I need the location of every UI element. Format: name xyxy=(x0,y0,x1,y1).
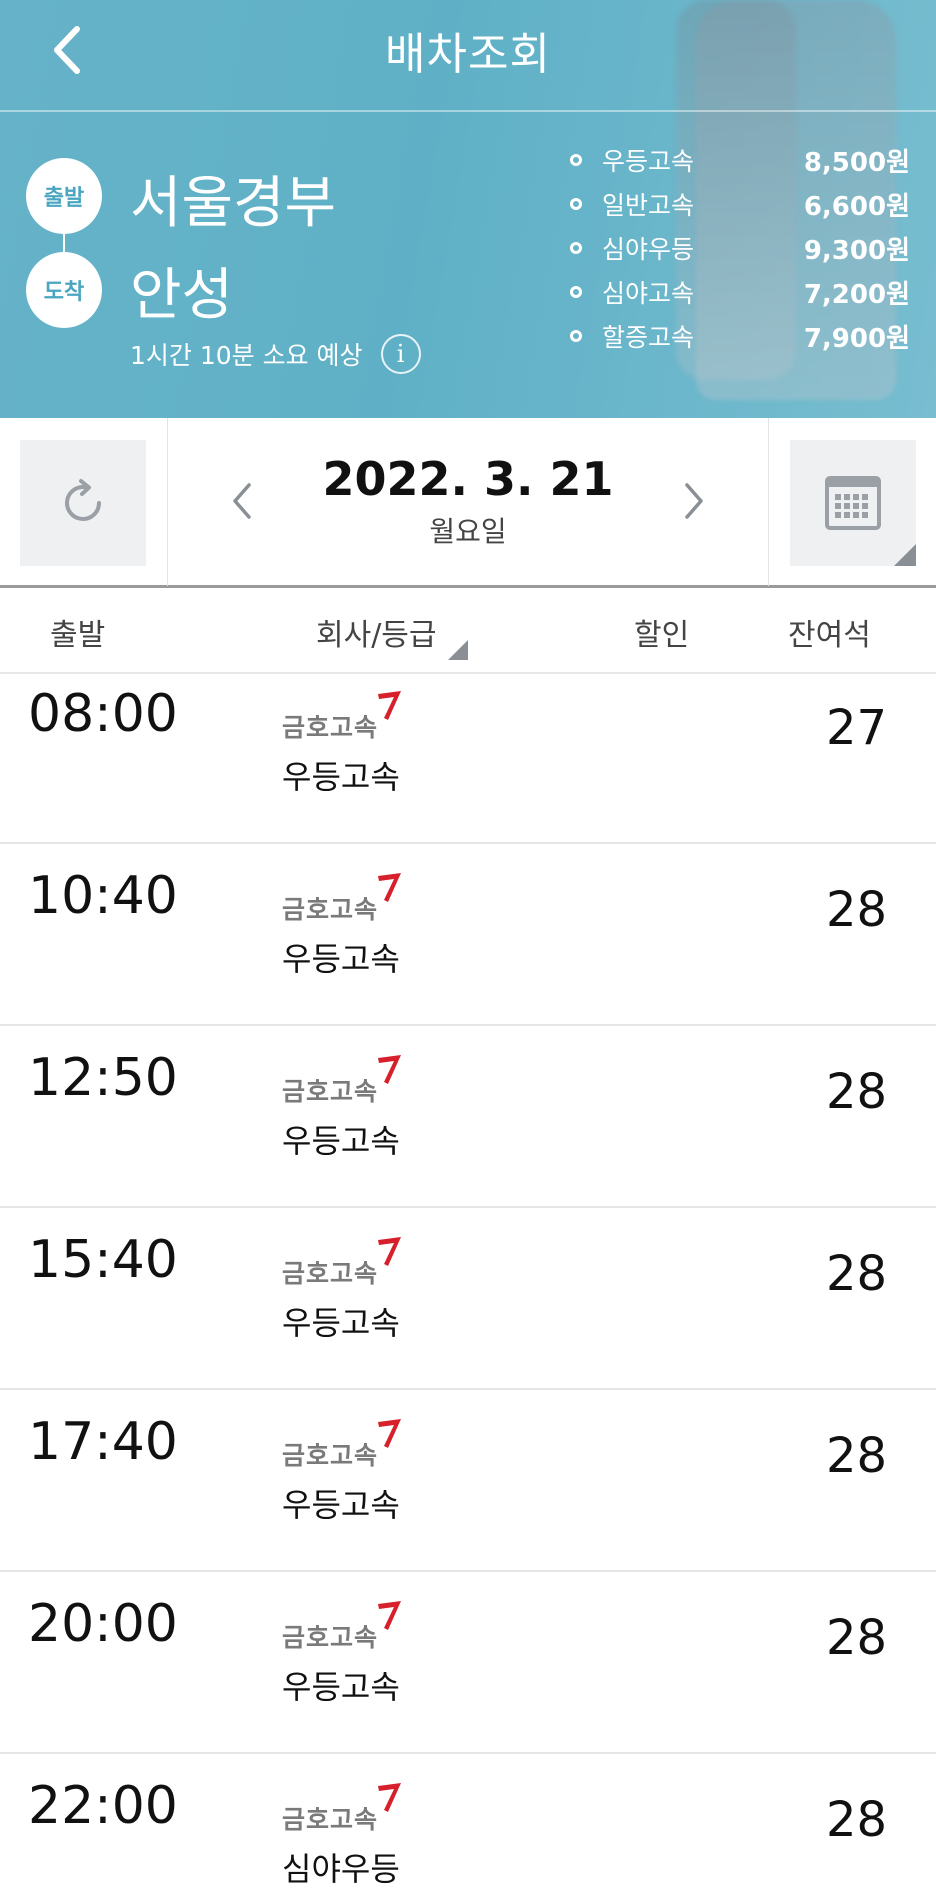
fare-list: 우등고속 8,500원 일반고속 6,600원 심야우등 9,300원 심야고속… xyxy=(570,138,910,358)
top-bar: 배차조회 xyxy=(0,0,936,112)
schedule-row[interactable]: 20:00 금호고속 우등고속 28 xyxy=(0,1572,936,1754)
fare-item: 일반고속 6,600원 xyxy=(570,182,910,226)
remaining-seats: 28 xyxy=(826,1610,888,1666)
company-logo: 금호고속 xyxy=(282,1052,404,1108)
bullet-icon xyxy=(570,154,582,166)
bus-grade: 우등고속 xyxy=(282,1668,400,1706)
duration-text: 1시간 10분 소요 예상 xyxy=(130,341,363,370)
calendar-button[interactable] xyxy=(790,440,916,566)
departure-badge: 출발 xyxy=(26,158,102,234)
fare-price: 6,600원 xyxy=(803,191,910,222)
date-selector: 2022. 3. 21 월요일 xyxy=(0,418,936,588)
company-name: 금호고속 xyxy=(282,1623,379,1652)
kumho-logo-icon xyxy=(378,1601,402,1630)
next-date-button[interactable] xyxy=(674,476,714,526)
departure-time: 08:00 xyxy=(28,684,178,744)
calendar-icon xyxy=(825,476,881,530)
company-name: 금호고속 xyxy=(282,1259,379,1288)
company-logo: 금호고속 xyxy=(282,870,404,926)
schedule-row[interactable]: 08:00 금호고속 우등고속 27 xyxy=(0,676,936,844)
departure-station: 서울경부 xyxy=(130,171,337,236)
schedule-row[interactable]: 15:40 금호고속 우등고속 28 xyxy=(0,1208,936,1390)
company-logo: 금호고속 xyxy=(282,1598,404,1654)
column-discount: 할인 xyxy=(634,618,690,653)
departure-time: 17:40 xyxy=(28,1412,178,1472)
company-logo: 금호고속 xyxy=(282,1780,404,1836)
fare-price: 7,900원 xyxy=(803,323,910,354)
departure-time: 12:50 xyxy=(28,1048,178,1108)
kumho-logo-icon xyxy=(378,691,402,720)
fare-item: 우등고속 8,500원 xyxy=(570,138,910,182)
fare-grade: 할증고속 xyxy=(602,323,695,352)
column-depart: 출발 xyxy=(50,618,106,653)
company-logo: 금호고속 xyxy=(282,1416,404,1472)
page-title: 배차조회 xyxy=(385,29,551,80)
company-name: 금호고속 xyxy=(282,1805,379,1834)
departure-time: 20:00 xyxy=(28,1594,178,1654)
bus-grade: 우등고속 xyxy=(282,1122,400,1160)
arrival-station: 안성 xyxy=(130,263,234,328)
arrival-badge: 도착 xyxy=(26,252,102,328)
bullet-icon xyxy=(570,242,582,254)
remaining-seats: 28 xyxy=(826,1792,888,1848)
sort-icon[interactable] xyxy=(448,640,468,660)
duration-estimate: 1시간 10분 소요 예상 i xyxy=(130,334,421,374)
remaining-seats: 28 xyxy=(826,1246,888,1302)
kumho-logo-icon xyxy=(378,1783,402,1812)
kumho-logo-icon xyxy=(378,1419,402,1448)
bullet-icon xyxy=(570,330,582,342)
schedule-list: 08:00 금호고속 우등고속 27 10:40 금호고속 우등고속 28 12… xyxy=(0,676,936,1891)
company-name: 금호고속 xyxy=(282,895,379,924)
company-name: 금호고속 xyxy=(282,1077,379,1106)
company-logo: 금호고속 xyxy=(282,1234,404,1290)
route-header: 배차조회 출발 도착 서울경부 안성 1시간 10분 소요 예상 i 우등고속 … xyxy=(0,0,936,418)
fare-item: 할증고속 7,900원 xyxy=(570,314,910,358)
column-seats: 잔여석 xyxy=(788,618,871,653)
bus-grade: 우등고속 xyxy=(282,1304,400,1342)
column-headers: 출발 회사/등급 할인 잔여석 xyxy=(0,588,936,674)
company-name: 금호고속 xyxy=(282,713,379,742)
company-name: 금호고속 xyxy=(282,1441,379,1470)
fare-grade: 심야우등 xyxy=(602,235,695,264)
fare-grade: 심야고속 xyxy=(602,279,695,308)
schedule-row[interactable]: 10:40 금호고속 우등고속 28 xyxy=(0,844,936,1026)
departure-time: 22:00 xyxy=(28,1776,178,1836)
remaining-seats: 28 xyxy=(826,882,888,938)
remaining-seats: 28 xyxy=(826,1064,888,1120)
fare-price: 9,300원 xyxy=(803,235,910,266)
kumho-logo-icon xyxy=(378,1237,402,1266)
bus-grade: 우등고속 xyxy=(282,940,400,978)
schedule-row[interactable]: 17:40 금호고속 우등고속 28 xyxy=(0,1390,936,1572)
fare-price: 8,500원 xyxy=(803,147,910,178)
info-icon[interactable]: i xyxy=(380,334,421,374)
company-logo: 금호고속 xyxy=(282,688,404,744)
departure-time: 15:40 xyxy=(28,1230,178,1290)
fare-price: 7,200원 xyxy=(803,279,910,310)
fare-item: 심야우등 9,300원 xyxy=(570,226,910,270)
dropdown-corner-icon xyxy=(894,544,916,566)
bus-grade: 우등고속 xyxy=(282,758,400,796)
fare-grade: 일반고속 xyxy=(602,191,695,220)
bus-grade: 우등고속 xyxy=(282,1486,400,1524)
schedule-row[interactable]: 12:50 금호고속 우등고속 28 xyxy=(0,1026,936,1208)
remaining-seats: 27 xyxy=(826,700,888,756)
schedule-row[interactable]: 22:00 금호고속 심야우등 28 xyxy=(0,1754,936,1891)
bullet-icon xyxy=(570,198,582,210)
fare-grade: 우등고속 xyxy=(602,147,695,176)
bus-grade: 심야우등 xyxy=(282,1850,400,1888)
chevron-right-icon xyxy=(685,483,703,519)
bullet-icon xyxy=(570,286,582,298)
kumho-logo-icon xyxy=(378,1055,402,1084)
kumho-logo-icon xyxy=(378,873,402,902)
fare-item: 심야고속 7,200원 xyxy=(570,270,910,314)
departure-time: 10:40 xyxy=(28,866,178,926)
remaining-seats: 28 xyxy=(826,1428,888,1484)
column-company-sort[interactable]: 회사/등급 xyxy=(316,610,437,654)
